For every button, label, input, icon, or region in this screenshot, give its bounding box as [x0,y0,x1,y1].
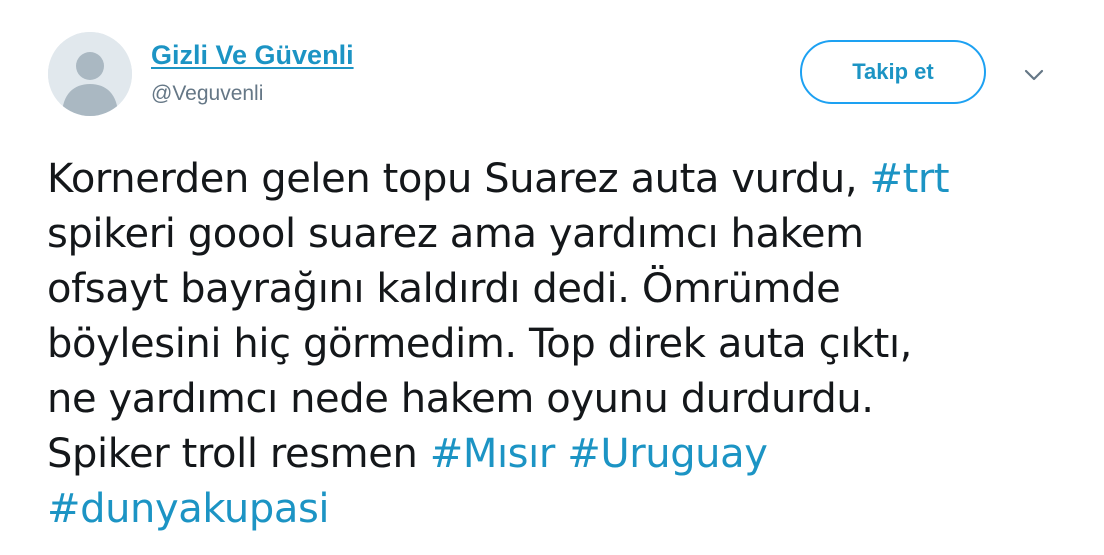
tweet-line-text: Kornerden gelen topu Suarez auta vurdu, [47,156,870,202]
more-options-button[interactable] [1014,60,1054,90]
hashtag-link[interactable]: #trt [869,156,949,202]
hashtag-link[interactable]: #Uruguay [567,431,768,477]
tweet-line: Kornerden gelen topu Suarez auta vurdu, … [47,152,1087,207]
follow-button-label: Takip et [852,59,934,84]
user-display-name[interactable]: Gizli Ve Güvenli [151,38,354,72]
avatar[interactable] [48,32,132,116]
tweet-line: #dunyakupasi [47,482,1087,537]
tweet-line-text: spikeri goool suarez ama yardımcı hakem [47,211,864,257]
tweet-line: ofsayt bayrağını kaldırdı dedi. Ömrümde [47,262,1087,317]
tweet-line: Spiker troll resmen #Mısır #Uruguay [47,427,1087,482]
user-handle: @Veguvenli [151,82,264,105]
chevron-down-icon [1024,69,1044,81]
tweet-line: spikeri goool suarez ama yardımcı hakem [47,207,1087,262]
hashtag-link[interactable]: #Mısır [430,431,556,477]
tweet-card: Gizli Ve Güvenli @Veguvenli Takip et Kor… [0,0,1104,555]
tweet-text: Kornerden gelen topu Suarez auta vurdu, … [47,152,1087,537]
tweet-line-text: böylesini hiç görmedim. Top direk auta ç… [47,321,912,367]
default-profile-icon [48,32,132,116]
tweet-line-text: ofsayt bayrağını kaldırdı dedi. Ömrümde [47,266,841,312]
tweet-line-text: Spiker troll resmen [47,431,430,477]
hashtag-link[interactable]: #dunyakupasi [47,486,330,532]
tweet-line: böylesini hiç görmedim. Top direk auta ç… [47,317,1087,372]
follow-button[interactable]: Takip et [800,40,986,104]
tweet-line-text: ne yardımcı nede hakem oyunu durdurdu. [47,376,874,422]
tweet-line: ne yardımcı nede hakem oyunu durdurdu. [47,372,1087,427]
